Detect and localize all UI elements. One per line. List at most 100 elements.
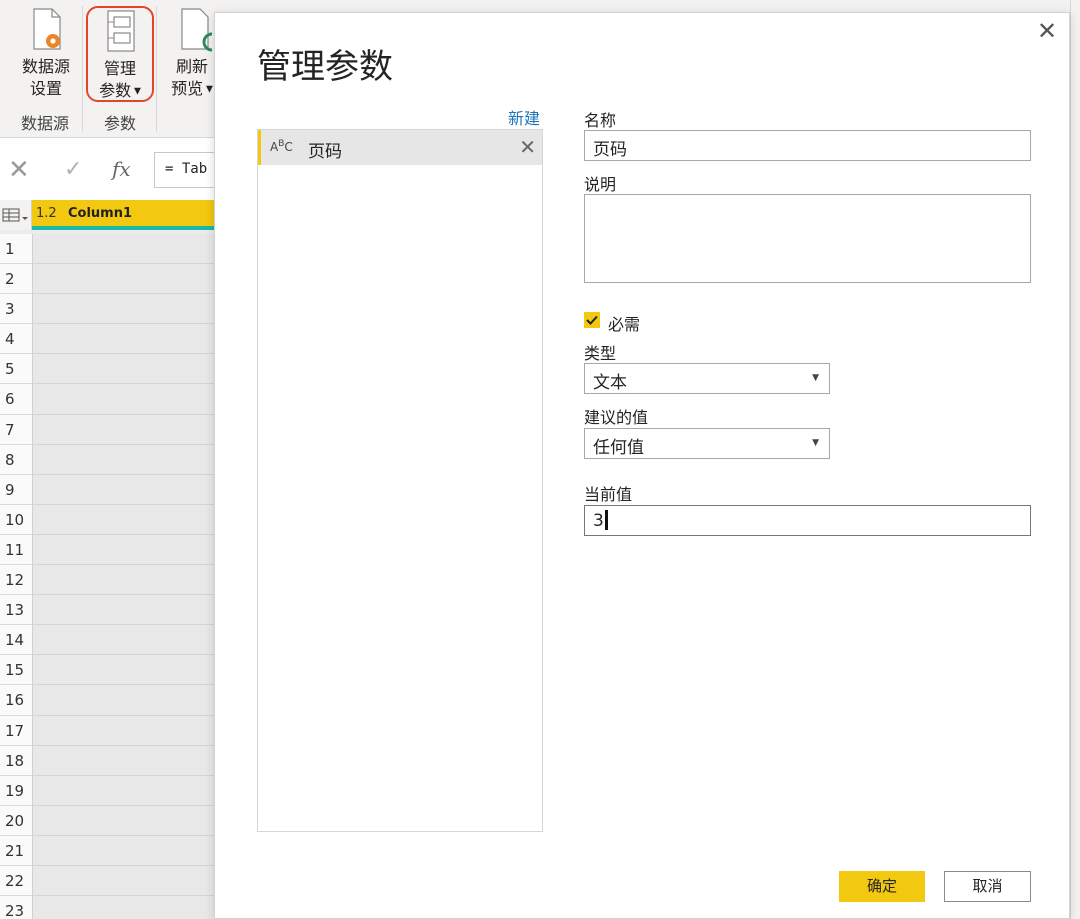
ribbon-separator xyxy=(82,6,83,132)
current-value-label: 当前值 xyxy=(584,485,633,504)
table-menu-icon[interactable] xyxy=(0,200,32,230)
row-number[interactable]: 14 xyxy=(0,625,32,656)
row-number[interactable]: 20 xyxy=(0,806,32,836)
table-cell[interactable] xyxy=(33,865,214,897)
row-number[interactable]: 23 xyxy=(0,896,32,919)
data-grid: 1.2 Column1 1 2 3 4 5 6 7 8 9 10 11 12 13 14 15 16 17 18 1… xyxy=(0,200,214,919)
grid-header: 1.2 Column1 xyxy=(0,200,214,230)
table-cell[interactable] xyxy=(33,775,214,806)
table-cell[interactable] xyxy=(33,534,214,566)
type-select-value: 文本 xyxy=(593,373,627,393)
row-number[interactable]: 18 xyxy=(0,746,32,776)
table-cell[interactable] xyxy=(33,896,214,919)
row-number[interactable]: 12 xyxy=(0,565,32,596)
row-number[interactable]: 3 xyxy=(0,294,32,325)
row-number[interactable]: 4 xyxy=(0,324,32,355)
row-number[interactable]: 7 xyxy=(0,415,32,445)
row-number[interactable]: 22 xyxy=(0,866,32,897)
row-number-column: 1 2 3 4 5 6 7 8 9 10 11 12 13 14 15 16 17 18 19 20 21 22 23 xyxy=(0,234,33,919)
column-cells xyxy=(33,234,214,919)
close-icon[interactable]: ✕ xyxy=(1035,19,1059,43)
table-cell[interactable] xyxy=(33,384,214,415)
row-number[interactable]: 9 xyxy=(0,475,32,505)
row-number[interactable]: 21 xyxy=(0,836,32,866)
datasource-settings-label-1: 数据源 xyxy=(21,57,70,76)
description-input[interactable] xyxy=(584,194,1031,283)
datasource-settings-button[interactable]: 数据源 设置 xyxy=(14,6,78,102)
refresh-preview-label-2: 预览 xyxy=(171,79,204,98)
column-type-icon[interactable]: 1.2 xyxy=(36,206,57,221)
table-cell[interactable] xyxy=(33,234,214,265)
refresh-preview-icon xyxy=(172,6,212,52)
cancel-button[interactable]: 取消 xyxy=(944,871,1031,902)
row-number[interactable]: 6 xyxy=(0,384,32,415)
chevron-down-icon: ▼ xyxy=(812,373,819,383)
ok-button[interactable]: 确定 xyxy=(839,871,925,902)
table-cell[interactable] xyxy=(33,625,214,656)
row-number[interactable]: 19 xyxy=(0,776,32,806)
datasource-settings-label-2: 设置 xyxy=(29,79,62,98)
ribbon-group-datasource: 数据源 xyxy=(20,114,69,133)
cancel-formula-icon[interactable]: ✕ xyxy=(8,155,30,185)
row-number[interactable]: 2 xyxy=(0,264,32,295)
suggested-values-label: 建议的值 xyxy=(584,408,649,427)
text-type-icon: ABC xyxy=(270,139,293,154)
row-number[interactable]: 11 xyxy=(0,535,32,566)
table-cell[interactable] xyxy=(33,565,214,596)
row-number[interactable]: 8 xyxy=(0,445,32,475)
row-number[interactable]: 15 xyxy=(0,655,32,686)
table-cell[interactable] xyxy=(33,715,214,746)
table-cell[interactable] xyxy=(33,354,214,385)
ribbon-group-params: 参数 xyxy=(103,114,136,133)
ribbon-separator xyxy=(156,6,157,132)
type-select[interactable]: 文本 ▼ xyxy=(584,363,830,394)
parameter-list: ABC 页码 ✕ xyxy=(257,129,543,832)
row-number[interactable]: 16 xyxy=(0,685,32,716)
text-cursor xyxy=(604,510,608,530)
current-value-input[interactable]: 3 xyxy=(584,505,1031,536)
table-cell[interactable] xyxy=(33,264,214,295)
manage-parameters-label-row: 参数 ▼ xyxy=(88,80,152,103)
table-cell[interactable] xyxy=(33,835,214,866)
fx-icon[interactable]: fx xyxy=(112,157,131,181)
suggested-values-select[interactable]: 任何值 ▼ xyxy=(584,428,830,459)
table-cell[interactable] xyxy=(33,595,214,626)
delete-parameter-icon[interactable]: ✕ xyxy=(519,135,536,159)
table-cell[interactable] xyxy=(33,474,214,505)
required-checkbox[interactable] xyxy=(584,312,600,328)
column-header[interactable]: Column1 xyxy=(68,206,132,221)
manage-parameters-dialog: ✕ 管理参数 新建 ABC 页码 ✕ 名称 页码 说明 必需 类型 文本 ▼ 建… xyxy=(214,12,1070,919)
parameter-name: 页码 xyxy=(308,142,342,162)
table-cell[interactable] xyxy=(33,444,214,475)
table-cell[interactable] xyxy=(33,685,214,716)
dropdown-caret-icon: ▼ xyxy=(131,86,141,97)
table-cell[interactable] xyxy=(33,655,214,686)
manage-parameters-icon xyxy=(100,8,140,54)
row-number[interactable]: 1 xyxy=(0,234,32,265)
manage-parameters-label-1: 管理 xyxy=(103,59,136,78)
manage-parameters-button[interactable]: 管理 参数 ▼ xyxy=(86,6,154,102)
name-input[interactable]: 页码 xyxy=(584,130,1031,161)
row-number[interactable]: 17 xyxy=(0,716,32,746)
formula-bar: ✕ ✓ fx = Tab xyxy=(0,148,234,192)
table-cell[interactable] xyxy=(33,324,214,355)
type-label: 类型 xyxy=(584,344,617,363)
new-parameter-link[interactable]: 新建 xyxy=(508,105,540,129)
table-cell[interactable] xyxy=(33,504,214,535)
commit-formula-icon[interactable]: ✓ xyxy=(64,157,82,182)
row-number[interactable]: 10 xyxy=(0,505,32,535)
current-value-text: 3 xyxy=(593,511,604,531)
table-cell[interactable] xyxy=(33,294,214,325)
row-number[interactable]: 13 xyxy=(0,595,32,626)
suggested-values-select-value: 任何值 xyxy=(593,438,644,458)
table-cell[interactable] xyxy=(33,414,214,445)
dropdown-caret-icon: ▼ xyxy=(203,84,213,95)
name-label: 名称 xyxy=(584,111,617,130)
table-cell[interactable] xyxy=(33,805,214,836)
table-cell[interactable] xyxy=(33,745,214,776)
chevron-down-icon: ▼ xyxy=(812,438,819,448)
parameter-list-item[interactable]: ABC 页码 ✕ xyxy=(258,130,542,165)
required-label: 必需 xyxy=(608,315,641,334)
description-label: 说明 xyxy=(584,175,617,194)
row-number[interactable]: 5 xyxy=(0,354,32,385)
